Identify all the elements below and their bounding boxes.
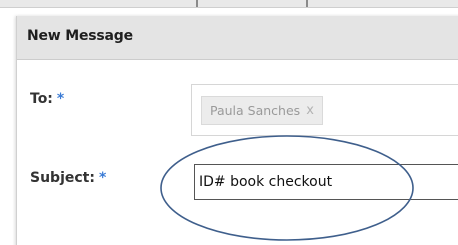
- to-required-marker: *: [56, 91, 65, 107]
- dialog-title: New Message: [27, 28, 133, 44]
- screenshot-stage: New Message To: * Paula Sanches x Subject…: [0, 0, 458, 245]
- strip-tick: [306, 0, 308, 7]
- window-top-strip: [0, 0, 458, 8]
- subject-input[interactable]: [194, 164, 458, 200]
- subject-required-marker: *: [98, 170, 107, 186]
- to-label: To: *: [30, 91, 64, 107]
- subject-label: Subject: *: [30, 170, 106, 186]
- strip-tick: [196, 0, 198, 7]
- recipient-name: Paula Sanches: [210, 103, 301, 118]
- subject-label-text: Subject:: [30, 170, 95, 186]
- remove-recipient-icon[interactable]: x: [306, 103, 314, 118]
- dialog-header: New Message: [17, 16, 458, 60]
- to-recipients-field[interactable]: Paula Sanches x: [191, 84, 458, 136]
- recipient-chip: Paula Sanches x: [201, 96, 323, 125]
- to-label-text: To:: [30, 91, 53, 107]
